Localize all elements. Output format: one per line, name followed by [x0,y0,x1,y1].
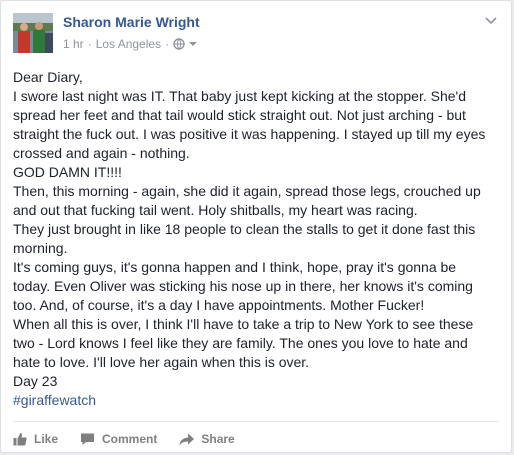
share-label: Share [201,432,235,446]
comment-icon [81,433,95,445]
post-line: They just brought in like 18 people to c… [13,221,476,237]
post-line: two - Lord knows I feel like they are fa… [13,335,468,351]
post-meta: 1 hr · Los Angeles · [63,37,198,51]
post-location[interactable]: Los Angeles [96,37,161,51]
post-actions: Like Comment Share [13,421,499,454]
post-line: It's coming guys, it's gonna happen and … [13,259,457,275]
share-button[interactable]: Share [179,422,235,454]
post-line: When all this is over, I think I'll have… [13,316,474,332]
comment-button[interactable]: Comment [80,422,157,454]
thumbs-up-icon [13,433,27,446]
avatar[interactable] [13,13,53,53]
post-line: morning. [13,240,68,256]
chevron-down-icon[interactable] [481,11,501,31]
author-name[interactable]: Sharon Marie Wright [63,14,200,30]
post-text: Dear Diary, I swore last night was IT. T… [13,68,505,410]
post-line: too. And, of course, it's a day I have a… [13,297,425,313]
post-line: Dear Diary, [13,69,83,85]
post-line: Day 23 [13,373,58,389]
post-line: Then, this morning - again, she did it a… [13,183,481,199]
post-line: GOD DAMN IT!!!! [13,164,122,180]
post-line: crossed and again - nothing. [13,145,190,161]
post-line: straight the fuck out. I was positive it… [13,126,486,142]
post-line: and out that fucking tail went. Holy shi… [13,202,418,218]
meta-separator: · [165,37,170,51]
share-arrow-icon [179,433,195,445]
like-button[interactable]: Like [13,422,58,454]
post-time[interactable]: 1 hr [63,37,84,51]
post-line: I swore last night was IT. That baby jus… [13,88,466,104]
globe-icon[interactable] [173,38,198,50]
comment-label: Comment [102,432,158,446]
post-line: hate to love. I'll love her again when t… [13,354,310,370]
hashtag-link[interactable]: #giraffewatch [13,391,505,410]
meta-separator: · [87,37,92,51]
post-line: spread her feet and that tail would stic… [13,107,466,123]
post-card: Sharon Marie Wright 1 hr · Los Angeles ·… [0,0,512,453]
post-line: today. Even Oliver was sticking his nose… [13,278,473,294]
like-label: Like [34,432,59,446]
